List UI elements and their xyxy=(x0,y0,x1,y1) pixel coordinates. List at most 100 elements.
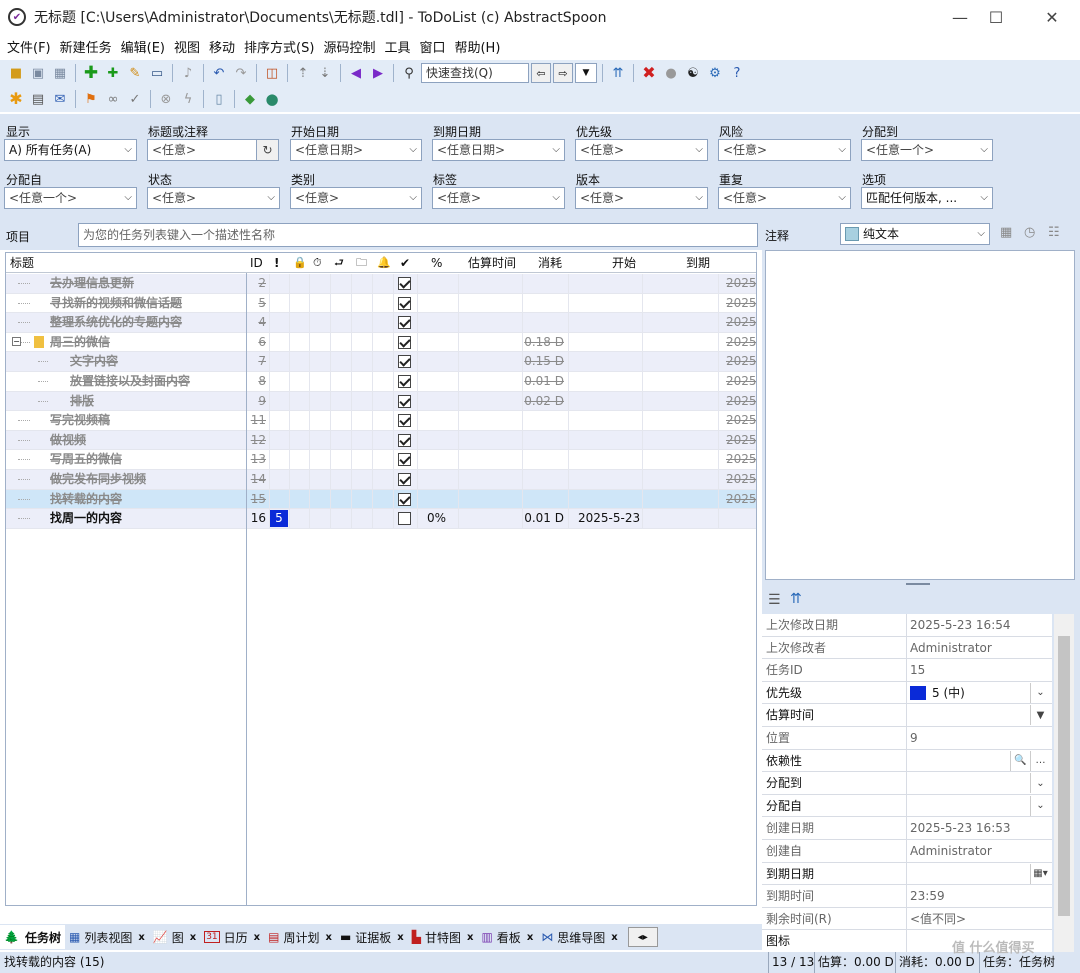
done-checkbox[interactable] xyxy=(398,453,411,467)
col-spent-header[interactable]: 消耗 xyxy=(538,253,562,273)
lock-icon[interactable]: ● xyxy=(661,63,681,83)
col-estimate-header[interactable]: 估算时间 xyxy=(468,253,516,273)
done-checkbox[interactable] xyxy=(398,394,411,408)
check-mark-icon[interactable]: ✓ xyxy=(125,89,145,109)
tab-list-view[interactable]: ▦ 列表视图 x xyxy=(65,925,149,949)
link-icon[interactable]: ∞ xyxy=(103,89,123,109)
reminder-bell-icon[interactable]: ♪ xyxy=(178,63,198,83)
calendar-icon[interactable]: ▦ xyxy=(1000,225,1018,243)
table-row[interactable]: 整理系统优化的专题内容 4 2025 xyxy=(6,313,756,333)
undo-icon[interactable]: ↶ xyxy=(209,63,229,83)
tab-scroll-arrows-icon[interactable]: ◂▸ xyxy=(627,927,658,947)
style-yinyang-icon[interactable]: ☯ xyxy=(683,63,703,83)
done-checkbox[interactable] xyxy=(398,433,411,447)
menu-tools[interactable]: 工具 xyxy=(381,37,416,56)
refresh-icon[interactable]: ↻ xyxy=(256,139,279,161)
settings-gear-icon[interactable]: ⚙ xyxy=(705,63,725,83)
filter-allocby-select[interactable]: <任意一个> ⌵ xyxy=(4,187,137,209)
table-row[interactable]: 找周一的内容 16 5 0% 0.01 D 2025-5-23 xyxy=(6,509,756,529)
task-title[interactable]: 整理系统优化的专题内容 xyxy=(50,313,182,332)
done-checkbox[interactable] xyxy=(398,492,411,506)
filter-version-select[interactable]: <任意> ⌵ xyxy=(575,187,708,209)
col-title-header[interactable]: 标题 xyxy=(10,253,34,273)
move-up-icon[interactable]: ⇡ xyxy=(293,63,313,83)
col-lock-header[interactable]: 🔒 xyxy=(293,253,307,273)
task-title[interactable]: 寻找新的视频和微信话题 xyxy=(50,294,182,313)
close-icon[interactable]: x xyxy=(611,932,617,943)
email-icon[interactable]: ✉ xyxy=(50,89,70,109)
notes-options-icon[interactable]: ☷ xyxy=(1048,225,1068,243)
property-more-icon[interactable]: … xyxy=(1030,750,1050,771)
task-title[interactable]: 做完发布同步视频 xyxy=(50,470,146,489)
done-checkbox[interactable] xyxy=(398,335,411,349)
move-left-icon[interactable]: ◀ xyxy=(346,63,366,83)
menu-window[interactable]: 窗口 xyxy=(416,37,451,56)
table-row[interactable]: 做视频 12 2025 xyxy=(6,430,756,451)
table-row[interactable]: 写周五的微信 13 2025 xyxy=(6,450,756,470)
horizontal-scrollbar[interactable]: ❮ ❯ xyxy=(246,905,757,906)
save-all-icon[interactable]: ▦ xyxy=(50,63,70,83)
property-dropdown-icon[interactable]: 🔍 xyxy=(1010,750,1030,771)
quick-find-input[interactable]: 快速查找(Q) xyxy=(421,63,529,83)
menu-view[interactable]: 视图 xyxy=(171,37,206,56)
table-row[interactable]: 排版 9 0.02 D 2025 xyxy=(6,391,756,412)
panel-splitter[interactable] xyxy=(906,583,930,585)
maximize-button[interactable]: ☐ xyxy=(972,0,1020,34)
task-title[interactable]: 写完视频稿 xyxy=(50,411,110,430)
tag-icon[interactable]: ◆ xyxy=(240,89,260,109)
task-title[interactable]: 放置链接以及封面内容 xyxy=(70,372,190,391)
print-icon[interactable]: ▤ xyxy=(28,89,48,109)
task-title[interactable]: 写周五的微信 xyxy=(50,450,122,469)
table-row[interactable]: 文字内容 7 0.15 D 2025 xyxy=(6,352,756,372)
close-icon[interactable]: x xyxy=(138,932,144,943)
tab-kanban[interactable]: ▥ 看板 x xyxy=(477,925,537,949)
find-prev-icon[interactable]: ⇦ xyxy=(531,63,551,83)
collapse-toggle-icon[interactable]: − xyxy=(12,336,21,346)
table-row[interactable]: 去办理信息更新 2 2025 xyxy=(6,274,756,294)
property-row[interactable]: 估算时间 ▼ xyxy=(762,704,1052,727)
property-dropdown-icon[interactable]: ⌄ xyxy=(1030,773,1050,794)
table-row[interactable]: − 周三的微信 6 0.18 D 2025 xyxy=(6,332,756,353)
col-start-header[interactable]: 开始 xyxy=(612,253,636,273)
menu-edit[interactable]: 编辑(E) xyxy=(118,37,171,56)
done-checkbox[interactable] xyxy=(398,296,411,310)
close-icon[interactable]: x xyxy=(190,932,196,943)
quick-find-dropdown-icon[interactable]: ▼ xyxy=(575,63,597,83)
done-checkbox[interactable] xyxy=(398,473,411,486)
move-down-icon[interactable]: ⇣ xyxy=(315,63,335,83)
tab-week-planner[interactable]: ▤ 周计划 x xyxy=(264,925,336,949)
priority-badge[interactable]: 5 xyxy=(270,510,288,528)
sort-alphabetical-icon[interactable]: ⇈ xyxy=(790,591,802,607)
filter-options-select[interactable]: 匹配任何版本, ... ⌵ xyxy=(861,187,993,209)
property-row[interactable]: 分配到 ⌄ xyxy=(762,772,1052,795)
close-button[interactable]: ✕ xyxy=(1028,0,1076,34)
tab-mind-map[interactable]: ⋈ 思维导图 x xyxy=(537,925,621,949)
edit-card-icon[interactable]: ▭ xyxy=(147,63,167,83)
property-row[interactable]: 优先级 5 (中) ⌄ xyxy=(762,681,1052,705)
done-checkbox[interactable] xyxy=(398,277,411,290)
filter-title-input[interactable]: <任意> xyxy=(147,139,257,161)
new-subtask-icon[interactable]: ✚ xyxy=(103,63,123,83)
filter-show-select[interactable]: A) 所有任务(A) ⌵ xyxy=(4,139,137,161)
scroll-right-icon[interactable]: ❯ xyxy=(745,905,754,906)
col-done-header[interactable]: ✔ xyxy=(400,253,410,273)
col-dependency-header[interactable]: ⮐ xyxy=(334,253,344,273)
flag-icon[interactable]: ⚑ xyxy=(81,89,101,109)
filter-due-select[interactable]: <任意日期> ⌵ xyxy=(432,139,565,161)
menu-move[interactable]: 移动 xyxy=(206,37,241,56)
property-dropdown-icon[interactable]: ⌄ xyxy=(1030,795,1050,816)
tree-column-splitter[interactable] xyxy=(246,273,247,905)
lightning-icon[interactable]: ϟ xyxy=(178,89,198,109)
done-checkbox[interactable] xyxy=(398,414,411,428)
scroll-thumb[interactable] xyxy=(1058,636,1070,916)
filter-risk-select[interactable]: <任意> ⌵ xyxy=(718,139,851,161)
table-row[interactable]: 寻找新的视频和微信话题 5 2025 xyxy=(6,293,756,314)
done-checkbox[interactable] xyxy=(398,375,411,388)
globe-icon[interactable]: ● xyxy=(262,89,282,109)
task-title[interactable]: 周三的微信 xyxy=(50,333,110,352)
property-dropdown-icon[interactable]: ▦▾ xyxy=(1030,863,1050,884)
redo-icon[interactable]: ↷ xyxy=(231,63,251,83)
filter-start-select[interactable]: <任意日期> ⌵ xyxy=(290,139,422,161)
close-icon[interactable]: x xyxy=(397,932,403,943)
done-checkbox[interactable] xyxy=(398,316,411,330)
